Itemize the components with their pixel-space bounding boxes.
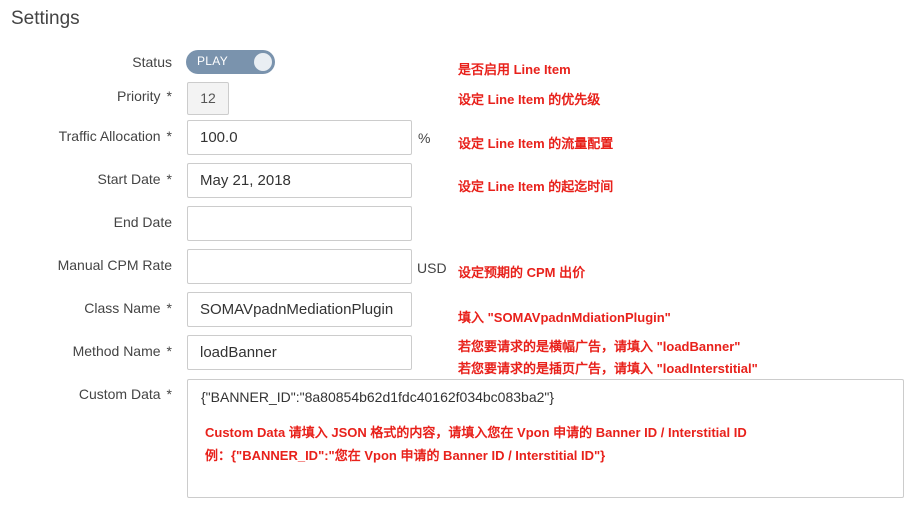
annotation-custom-data-line1: Custom Data 请填入 JSON 格式的内容，请填入您在 Vpon 申请…: [205, 425, 747, 440]
required-marker: *: [166, 128, 172, 144]
class-name-label: Class Name *: [84, 300, 172, 316]
annotation-priority: 设定 Line Item 的优先级: [458, 92, 601, 107]
required-marker: *: [166, 386, 172, 402]
method-name-input[interactable]: loadBanner: [187, 335, 412, 370]
required-marker: *: [166, 300, 172, 316]
priority-field[interactable]: 12: [187, 82, 229, 115]
annotation-status: 是否启用 Line Item: [458, 62, 571, 77]
end-date-label: End Date: [113, 214, 172, 230]
traffic-allocation-input[interactable]: 100.0: [187, 120, 412, 155]
annotation-method-interstitial: 若您要请求的是插页广告，请填入 "loadInterstitial": [458, 361, 758, 376]
usd-unit: USD: [417, 260, 447, 276]
page-title: Settings: [11, 8, 80, 29]
annotation-method-banner: 若您要请求的是横幅广告，请填入 "loadBanner": [458, 339, 741, 354]
traffic-allocation-label: Traffic Allocation *: [58, 128, 172, 144]
annotation-cpm: 设定预期的 CPM 出价: [458, 265, 586, 280]
required-marker: *: [166, 171, 172, 187]
toggle-knob: [254, 53, 272, 71]
start-date-input[interactable]: May 21, 2018: [187, 163, 412, 198]
percent-unit: %: [418, 130, 431, 146]
end-date-input[interactable]: [187, 206, 412, 241]
status-toggle[interactable]: PLAY: [186, 50, 275, 74]
custom-data-label: Custom Data *: [78, 386, 172, 402]
manual-cpm-rate-label: Manual CPM Rate: [57, 257, 172, 273]
manual-cpm-rate-input[interactable]: [187, 249, 412, 284]
method-name-label: Method Name *: [72, 343, 172, 359]
start-date-label: Start Date *: [97, 171, 172, 187]
priority-label: Priority *: [116, 88, 172, 104]
custom-data-value: {"BANNER_ID":"8a80854b62d1fdc40162f034bc…: [201, 389, 555, 405]
annotation-start-date: 设定 Line Item 的起迄时间: [458, 179, 614, 194]
annotation-traffic: 设定 Line Item 的流量配置: [458, 136, 614, 151]
status-label: Status: [132, 54, 172, 70]
annotation-class-name: 填入 "SOMAVpadnMdiationPlugin": [458, 310, 671, 325]
required-marker: *: [166, 88, 172, 104]
toggle-text: PLAY: [197, 54, 228, 68]
annotation-custom-data-line2: 例：{"BANNER_ID":"您在 Vpon 申请的 Banner ID / …: [205, 448, 606, 463]
required-marker: *: [166, 343, 172, 359]
class-name-input[interactable]: SOMAVpadnMediationPlugin: [187, 292, 412, 327]
